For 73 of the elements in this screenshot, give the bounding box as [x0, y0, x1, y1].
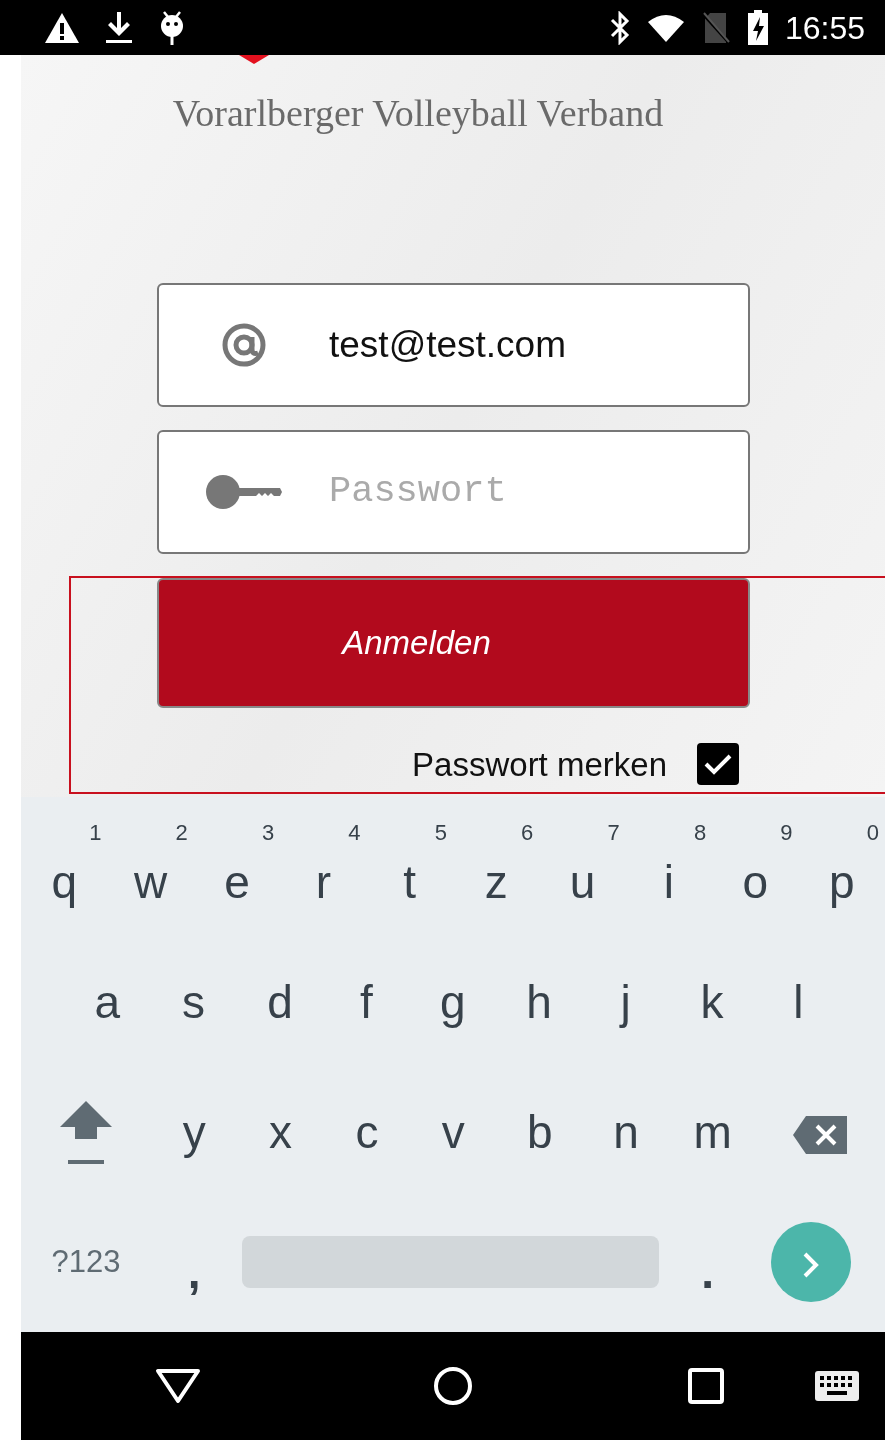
remember-label: Passwort merken	[412, 744, 667, 785]
key-icon	[206, 473, 282, 510]
letter-key[interactable]: f	[323, 942, 410, 1062]
remember-checkbox[interactable]	[697, 743, 739, 786]
key-hint: 1	[89, 819, 102, 847]
letter-key[interactable]: k	[668, 942, 756, 1062]
key-letter: t	[402, 854, 418, 910]
at-sign-icon	[220, 321, 268, 368]
key-letter: w	[132, 854, 169, 910]
key-letter: u	[568, 854, 597, 910]
email-input[interactable]: test@test.com	[329, 316, 748, 373]
letter-key[interactable]: y	[151, 1072, 238, 1192]
check-icon	[703, 752, 733, 777]
letter-key[interactable]: l	[755, 942, 842, 1062]
clock-time: 16:55	[784, 8, 865, 48]
key-hint: 6	[521, 819, 534, 847]
letter-key[interactable]: a	[64, 942, 151, 1062]
warning-icon	[44, 11, 80, 44]
key-hint: 3	[261, 819, 275, 847]
key-letter: r	[314, 854, 333, 910]
period-key[interactable]: .	[664, 1202, 751, 1322]
key-letter: i	[662, 854, 676, 910]
home-icon[interactable]	[433, 1366, 473, 1406]
back-icon[interactable]	[155, 1368, 201, 1404]
key-hint: 5	[434, 819, 447, 847]
battery-charging-icon	[746, 9, 769, 46]
letter-key[interactable]: 4 r	[280, 812, 367, 932]
letter-key[interactable]: j	[582, 942, 669, 1062]
key-letter: q	[50, 854, 78, 910]
password-input[interactable]: Passwort	[329, 463, 748, 520]
key-letter: z	[483, 854, 509, 910]
robot-icon	[158, 9, 186, 46]
letter-key[interactable]: 8 i	[625, 812, 713, 932]
letter-key[interactable]: 6 z	[452, 812, 540, 932]
letter-key[interactable]: c	[323, 1072, 411, 1192]
email-field[interactable]: test@test.com	[157, 282, 750, 407]
key-letter: o	[741, 854, 770, 910]
letter-key[interactable]: d	[236, 942, 324, 1062]
comma-key[interactable]: ,	[151, 1202, 238, 1322]
bluetooth-icon	[608, 10, 631, 45]
letter-key[interactable]: s	[150, 942, 237, 1062]
login-button[interactable]: Anmelden	[157, 577, 750, 708]
download-icon	[104, 10, 134, 45]
letter-key[interactable]: b	[496, 1072, 583, 1192]
key-hint: 2	[175, 819, 188, 847]
letter-key[interactable]: 9 o	[712, 812, 799, 932]
password-field[interactable]: Passwort	[157, 429, 750, 554]
letter-key[interactable]: h	[495, 942, 583, 1062]
key-letter: p	[827, 854, 856, 910]
key-hint: 8	[693, 819, 707, 847]
recents-icon[interactable]	[688, 1368, 724, 1404]
letter-key[interactable]: 5 t	[366, 812, 453, 932]
letter-key[interactable]: 1 q	[21, 812, 108, 932]
backspace-icon	[792, 1115, 849, 1156]
letter-key[interactable]: v	[410, 1072, 497, 1192]
key-hint: 7	[607, 819, 620, 847]
app-title: Vorarlberger Volleyball Verband	[172, 91, 664, 136]
letter-key[interactable]: 3 e	[193, 812, 281, 932]
symbols-key[interactable]: ?123	[21, 1202, 151, 1322]
letter-key[interactable]: 2 w	[107, 812, 194, 932]
key-hint: 0	[866, 819, 879, 847]
letter-key[interactable]: g	[409, 942, 496, 1062]
letter-key[interactable]: n	[582, 1072, 670, 1192]
letter-key[interactable]: 7 u	[539, 812, 626, 932]
key-hint: 4	[348, 819, 361, 847]
wifi-icon	[646, 12, 685, 43]
letter-key[interactable]: m	[669, 1072, 756, 1192]
letter-key[interactable]: 0 p	[798, 812, 885, 932]
no-sim-icon	[700, 10, 731, 45]
letter-key[interactable]: x	[237, 1072, 324, 1192]
key-letter: e	[223, 854, 251, 910]
keyboard-icon[interactable]	[814, 1370, 860, 1402]
key-hint: 9	[780, 819, 793, 847]
